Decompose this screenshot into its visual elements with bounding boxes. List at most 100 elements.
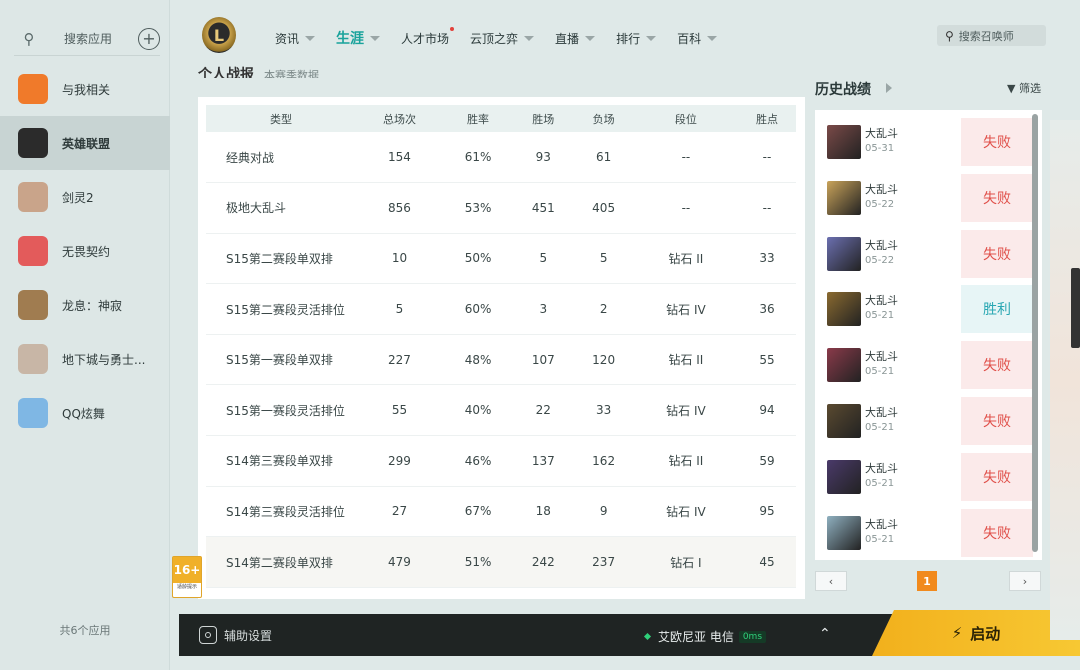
history-list: 大乱斗 05-31 失败 大乱斗 05-22 失败 大乱斗 05-22 失败 大乱斗 05-21 胜利…	[815, 110, 1042, 560]
table-cell: S15第一赛段单双排	[206, 334, 356, 386]
game-result: 失败	[961, 118, 1033, 166]
chevron-down-icon	[370, 35, 381, 41]
stats-title: 个人战报 本赛季数据	[198, 64, 498, 78]
next-page-button[interactable]: ›	[1009, 571, 1041, 591]
age-rating: 16+	[173, 557, 201, 583]
table-cell: 479	[356, 536, 443, 588]
history-item[interactable]: 大乱斗 05-22 失败	[823, 229, 1033, 278]
sidebar-item[interactable]: 龙息：神寂	[0, 278, 170, 332]
table-row[interactable]: S14第三赛段灵活排位 27 67% 18 9 钻石 IV 95	[206, 486, 796, 538]
game-date: 05-21	[865, 533, 895, 545]
table-row[interactable]: S15第一赛段灵活排位 55 40% 22 33 钻石 IV 94	[206, 384, 796, 437]
stats-subtitle: 本赛季数据	[264, 69, 319, 78]
history-header: 历史战绩 ▼ 筛选	[815, 79, 1045, 99]
nav-tab[interactable]: 云顶之弈	[470, 28, 535, 48]
sidebar-item[interactable]: 与我相关	[0, 62, 170, 116]
table-cell: --	[738, 182, 796, 234]
stats-title-text: 个人战报	[198, 67, 254, 78]
table-cell: 59	[738, 435, 796, 487]
column-header: 胜点	[738, 105, 796, 132]
assist-settings-button[interactable]: 辅助设置	[199, 626, 272, 644]
table-cell: 137	[513, 435, 574, 487]
table-cell: S15第二赛段灵活排位	[206, 283, 356, 335]
background-art	[1050, 120, 1080, 640]
table-cell: 5	[513, 233, 574, 285]
table-cell: 53%	[442, 182, 514, 234]
nav-tab[interactable]: 百科	[677, 28, 718, 48]
game-mode: 大乱斗	[865, 182, 898, 196]
table-row[interactable]: S14第三赛段单双排 299 46% 137 162 钻石 II 59	[206, 435, 796, 487]
nav-tab[interactable]: 排行	[616, 28, 657, 48]
sidebar-item[interactable]: 剑灵2	[0, 170, 170, 224]
table-row[interactable]: S15第二赛段单双排 10 50% 5 5 钻石 II 33	[206, 233, 796, 285]
table-cell: 94	[738, 384, 796, 437]
history-item[interactable]: 大乱斗 05-21 胜利	[823, 285, 1033, 334]
table-cell: 经典对战	[206, 132, 356, 184]
table-cell: 45	[738, 536, 796, 588]
table-row[interactable]: 极地大乱斗 856 53% 451 405 -- --	[206, 182, 796, 234]
nav-tab[interactable]: 生涯	[336, 28, 381, 48]
chevron-up-icon[interactable]: ⌃	[819, 626, 831, 642]
nav-tab-label: 排行	[616, 31, 641, 46]
add-app-button[interactable]: +	[138, 27, 160, 50]
table-cell: 钻石 IV	[633, 486, 739, 538]
blade-and-soul-icon	[18, 182, 48, 212]
nav-tab[interactable]: 资讯	[275, 28, 316, 48]
game-result: 失败	[961, 229, 1033, 278]
summoner-search-placeholder[interactable]: 搜索召唤师	[959, 28, 1014, 44]
dnf-icon	[18, 344, 48, 374]
table-cell: 40%	[442, 384, 514, 437]
table-cell: 51%	[442, 536, 514, 588]
summoner-search[interactable]: ⚲ 搜索召唤师	[937, 25, 1046, 46]
history-item[interactable]: 大乱斗 05-22 失败	[823, 173, 1033, 222]
table-cell: 27	[356, 486, 443, 538]
table-cell: 107	[513, 334, 574, 386]
current-page[interactable]: 1	[917, 571, 937, 591]
game-mode: 大乱斗	[865, 238, 898, 252]
game-mode: 大乱斗	[865, 127, 898, 140]
stats-header-row: 类型 总场次 胜率 胜场 负场 段位 胜点	[206, 105, 796, 132]
table-cell: 61	[573, 132, 634, 184]
sidebar-item[interactable]: 地下城与勇士...	[0, 332, 170, 386]
history-item[interactable]: 大乱斗 05-21 失败	[823, 452, 1033, 501]
table-cell: 2	[573, 283, 634, 335]
related-icon	[18, 74, 48, 104]
side-handle[interactable]	[1071, 268, 1080, 348]
prev-page-button[interactable]: ‹	[815, 571, 847, 591]
nav-tab[interactable]: 直播	[555, 28, 596, 48]
history-filter-button[interactable]: ▼ 筛选	[1007, 80, 1041, 96]
chevron-right-icon[interactable]	[886, 83, 892, 93]
sidebar-item-label: 剑灵2	[62, 190, 94, 205]
table-row[interactable]: S15第二赛段灵活排位 5 60% 3 2 钻石 IV 36	[206, 283, 796, 335]
server-selector[interactable]: 艾欧尼亚 电信 0ms	[643, 628, 767, 645]
history-item[interactable]: 大乱斗 05-31 失败	[823, 118, 1033, 166]
sidebar-item[interactable]: 无畏契约	[0, 224, 170, 278]
sidebar-item-label: QQ炫舞	[62, 406, 105, 421]
column-header: 总场次	[356, 105, 443, 132]
lol-logo-icon[interactable]: L	[202, 17, 236, 53]
table-cell: S15第二赛段单双排	[206, 233, 356, 285]
server-name: 艾欧尼亚 电信	[658, 630, 734, 644]
history-item[interactable]: 大乱斗 05-21 失败	[823, 341, 1033, 390]
qq-dance-icon	[18, 398, 48, 428]
sidebar-item-label: 无畏契约	[62, 244, 111, 259]
table-cell: 46%	[442, 435, 514, 487]
table-row[interactable]: S14第二赛段单双排 479 51% 242 237 钻石 I 45	[206, 536, 796, 588]
launch-button[interactable]: ⚡ 启动	[872, 610, 1080, 656]
nav-tabs: 资讯 生涯 人才市场 云顶之弈 直播 排行 百科	[275, 27, 738, 48]
table-cell: 120	[573, 334, 634, 386]
settings-icon	[199, 626, 217, 644]
table-cell: 154	[356, 132, 443, 184]
app-search[interactable]: ⚲ 搜索应用 +	[14, 22, 160, 56]
nav-tab[interactable]: 人才市场	[401, 27, 455, 48]
history-item[interactable]: 大乱斗 05-21 失败	[823, 508, 1033, 557]
table-row[interactable]: S15第一赛段单双排 227 48% 107 120 钻石 II 55	[206, 334, 796, 386]
game-date: 05-21	[865, 477, 895, 489]
sidebar-item[interactable]: QQ炫舞	[0, 386, 170, 440]
history-item[interactable]: 大乱斗 05-21 失败	[823, 397, 1033, 445]
history-title[interactable]: 历史战绩	[815, 82, 871, 98]
sidebar-item[interactable]: 英雄联盟	[0, 116, 170, 170]
history-scrollbar[interactable]	[1032, 114, 1038, 552]
app-search-placeholder[interactable]: 搜索应用	[44, 30, 138, 47]
table-row[interactable]: 经典对战 154 61% 93 61 -- --	[206, 132, 796, 184]
